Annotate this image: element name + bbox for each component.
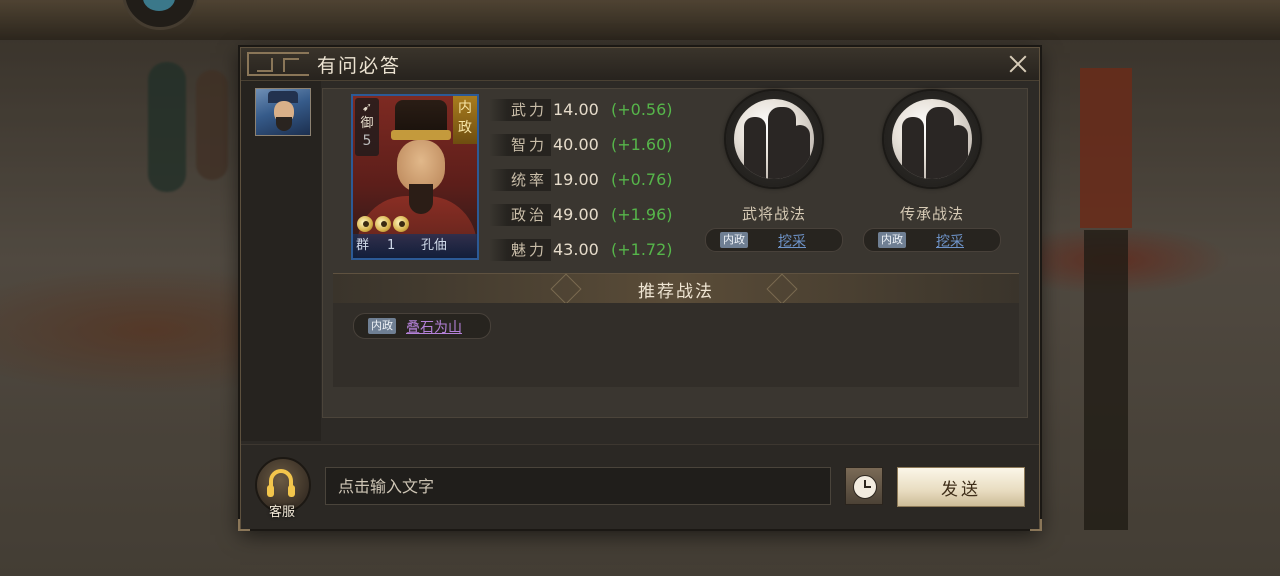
stat-row: 魅力 43.00 (+1.72) <box>489 235 729 270</box>
recommend-link[interactable]: 叠石为山 <box>406 317 462 337</box>
stat-label: 魅力 <box>489 239 551 261</box>
stat-value: 19.00 <box>553 170 599 189</box>
stat-value: 43.00 <box>553 240 599 259</box>
tactic-art <box>892 99 972 179</box>
dialog-title: 有问必答 <box>317 55 402 77</box>
stat-growth: (+1.96) <box>611 205 673 224</box>
corner-ornament-icon <box>1030 519 1042 531</box>
customer-service-button[interactable]: 客服 <box>253 457 311 520</box>
stat-growth: (+0.56) <box>611 100 673 119</box>
qa-dialog: 有问必答 ➹ 御 5 内政 群 1 孔伷 武力 14.00 (+0.56) 智力… <box>238 47 1042 531</box>
avatar-beard <box>276 117 292 131</box>
inherit-tactic-slot: 传承战法 内政 挖采 <box>862 91 1002 252</box>
faction-label: 群 <box>356 238 370 253</box>
tactic-tag: 内政 <box>720 232 748 248</box>
troop-type-badge: ➹ 御 5 <box>355 98 379 156</box>
recommend-title: 推荐战法 <box>638 282 714 302</box>
silhouette <box>902 117 924 179</box>
stat-row: 武力 14.00 (+0.56) <box>489 95 729 130</box>
stat-growth: (+0.76) <box>611 170 673 189</box>
portrait-band <box>391 130 451 140</box>
stats-list: 武力 14.00 (+0.56) 智力 40.00 (+1.60) 统率 19.… <box>489 95 729 270</box>
send-button[interactable]: 发送 <box>897 467 1025 507</box>
tactic-name-slot[interactable]: 内政 挖采 <box>705 228 843 252</box>
tactic-link[interactable]: 挖采 <box>778 231 806 251</box>
portrait-hat <box>395 100 447 134</box>
general-name: 孔伷 <box>421 238 448 253</box>
card-info-bar: 群 1 孔伷 <box>353 234 477 258</box>
recommend-list: 内政 叠石为山 <box>333 303 1019 387</box>
general-info-panel: ➹ 御 5 内政 群 1 孔伷 武力 14.00 (+0.56) 智力 40.0… <box>322 88 1028 418</box>
general-card[interactable]: ➹ 御 5 内政 群 1 孔伷 <box>351 94 479 260</box>
tactic-art <box>734 99 814 179</box>
cost-value: 5 <box>362 133 372 149</box>
corner-ornament-icon <box>238 519 250 531</box>
stat-label: 智力 <box>489 134 551 156</box>
tactic-name-slot[interactable]: 内政 挖采 <box>863 228 1001 252</box>
stat-row: 智力 40.00 (+1.60) <box>489 130 729 165</box>
tactic-icon[interactable] <box>884 91 980 187</box>
silhouette <box>744 117 766 179</box>
arrow-icon: ➹ <box>361 100 373 114</box>
tactic-title: 武将战法 <box>741 205 806 223</box>
silhouette <box>948 125 968 179</box>
portrait-beard <box>409 184 433 214</box>
stat-row: 政治 49.00 (+1.96) <box>489 200 729 235</box>
troop-type-label: 御 <box>360 116 374 131</box>
stat-label: 统率 <box>489 169 551 191</box>
star-rating <box>357 216 411 236</box>
star-icon <box>393 216 409 232</box>
stat-growth: (+1.72) <box>611 240 673 259</box>
message-input[interactable] <box>325 467 831 505</box>
tactic-icon[interactable] <box>726 91 822 187</box>
stat-label: 武力 <box>489 99 551 121</box>
role-badge: 内政 <box>453 96 477 144</box>
history-button[interactable] <box>845 467 883 505</box>
star-icon <box>357 216 373 232</box>
level-value: 1 <box>387 238 396 253</box>
chat-input-bar: 客服 发送 <box>241 444 1039 529</box>
stat-label: 政治 <box>489 204 551 226</box>
customer-service-label: 客服 <box>268 505 295 520</box>
close-icon[interactable] <box>1005 51 1031 77</box>
stat-row: 统率 19.00 (+0.76) <box>489 165 729 200</box>
stat-growth: (+1.60) <box>611 135 673 154</box>
tactic-title: 传承战法 <box>899 205 964 223</box>
stat-value: 40.00 <box>553 135 599 154</box>
headset-icon <box>267 469 295 497</box>
star-icon <box>375 216 391 232</box>
silhouette <box>790 125 810 179</box>
tactic-tag: 内政 <box>878 232 906 248</box>
general-tactic-slot: 武将战法 内政 挖采 <box>704 91 844 252</box>
clock-icon <box>853 475 877 499</box>
title-ornament-icon <box>247 52 309 76</box>
stat-value: 49.00 <box>553 205 599 224</box>
stat-value: 14.00 <box>553 100 599 119</box>
recommend-item[interactable]: 内政 叠石为山 <box>353 313 491 339</box>
tactic-link[interactable]: 挖采 <box>936 231 964 251</box>
dialog-titlebar: 有问必答 <box>241 48 1039 81</box>
tactic-tag: 内政 <box>368 318 396 334</box>
general-avatar[interactable] <box>255 88 311 136</box>
recommend-header: 推荐战法 <box>333 273 1019 305</box>
